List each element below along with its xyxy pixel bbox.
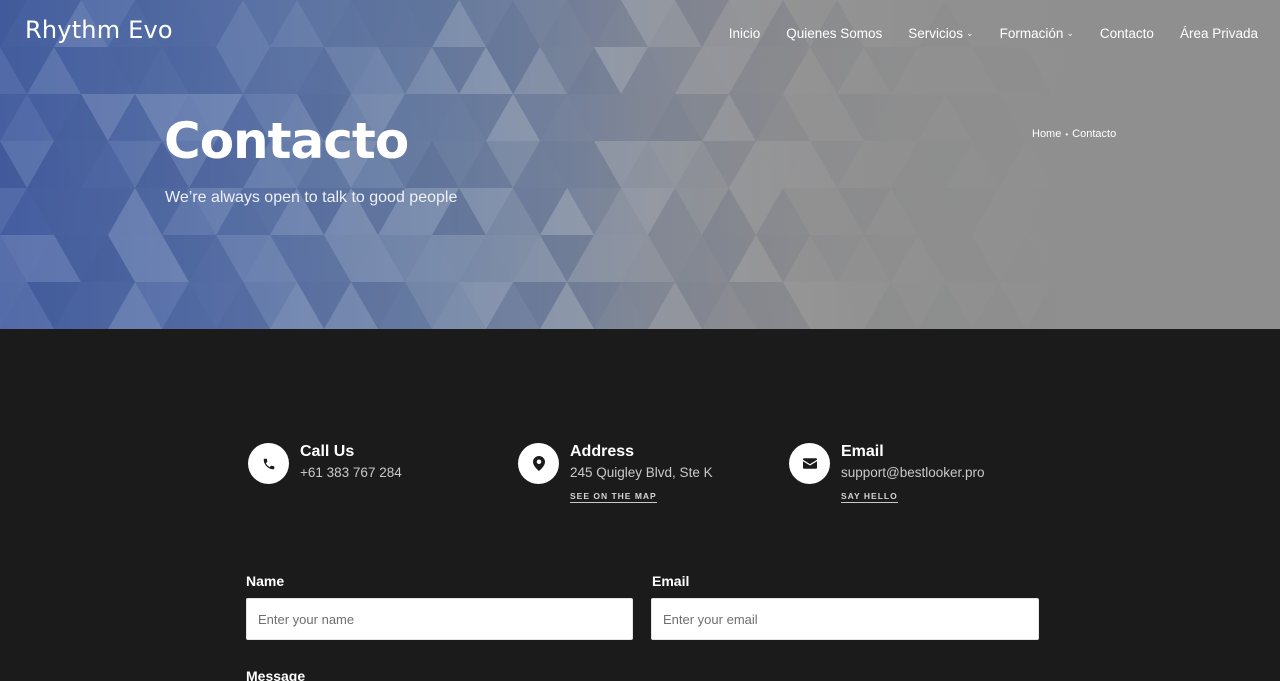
contact-info-call: Call Us +61 383 767 284 bbox=[248, 443, 402, 484]
address-value: 245 Quigley Blvd, Ste K bbox=[570, 465, 713, 480]
nav-item-label: Formación bbox=[999, 26, 1064, 41]
nav-item-label: Quienes Somos bbox=[786, 26, 883, 41]
name-label: Name bbox=[246, 573, 285, 589]
nav-item-area-privada[interactable]: Área Privada bbox=[1180, 26, 1258, 41]
chevron-down-icon: ⌄ bbox=[1066, 28, 1074, 38]
email-input[interactable] bbox=[651, 598, 1039, 640]
nav-item-formacion[interactable]: Formación ⌄ bbox=[1000, 26, 1074, 41]
nav-item-quienes-somos[interactable]: Quienes Somos bbox=[786, 26, 882, 41]
main-navigation: Inicio Quienes Somos Servicios ⌄ Formaci… bbox=[729, 26, 1258, 41]
say-hello-link[interactable]: Say hello bbox=[841, 491, 898, 503]
envelope-icon bbox=[802, 458, 817, 469]
nav-item-servicios[interactable]: Servicios ⌄ bbox=[908, 26, 973, 41]
page-title: Contacto bbox=[164, 112, 409, 170]
map-pin-icon-circle bbox=[518, 443, 559, 484]
email-title: Email bbox=[841, 443, 884, 460]
email-address: support@bestlooker.pro bbox=[841, 465, 985, 480]
breadcrumb-current: Contacto bbox=[1072, 128, 1117, 140]
breadcrumb: Home • Contacto bbox=[1032, 128, 1116, 140]
page-subtitle: We’re always open to talk to good people bbox=[165, 189, 458, 206]
contact-info-address: Address 245 Quigley Blvd, Ste K See on t… bbox=[518, 443, 713, 504]
map-pin-icon bbox=[532, 456, 545, 471]
nav-item-label: Servicios bbox=[908, 26, 964, 41]
nav-item-label: Área Privada bbox=[1179, 26, 1258, 41]
nav-item-label: Inicio bbox=[728, 26, 761, 41]
call-us-title: Call Us bbox=[300, 443, 355, 460]
hero-section: Rhythm Evo Inicio Quienes Somos Servicio… bbox=[0, 0, 1280, 329]
nav-item-label: Contacto bbox=[1099, 26, 1154, 41]
nav-item-contacto[interactable]: Contacto bbox=[1100, 26, 1154, 41]
breadcrumb-home-link[interactable]: Home bbox=[1032, 128, 1061, 140]
contact-info-email: Email support@bestlooker.pro Say hello bbox=[789, 443, 985, 504]
phone-number: +61 383 767 284 bbox=[300, 465, 402, 480]
email-label: Email bbox=[652, 573, 690, 589]
phone-icon bbox=[263, 458, 274, 469]
address-title: Address bbox=[570, 443, 635, 460]
phone-icon-circle bbox=[248, 443, 289, 484]
name-input[interactable] bbox=[246, 598, 633, 640]
message-label: Message bbox=[246, 668, 306, 681]
nav-item-inicio[interactable]: Inicio bbox=[729, 26, 761, 41]
site-logo[interactable]: Rhythm Evo bbox=[25, 16, 173, 44]
envelope-icon-circle bbox=[789, 443, 830, 484]
see-on-map-link[interactable]: See on the map bbox=[570, 491, 657, 503]
breadcrumb-separator: • bbox=[1065, 129, 1069, 139]
chevron-down-icon: ⌄ bbox=[966, 28, 974, 38]
